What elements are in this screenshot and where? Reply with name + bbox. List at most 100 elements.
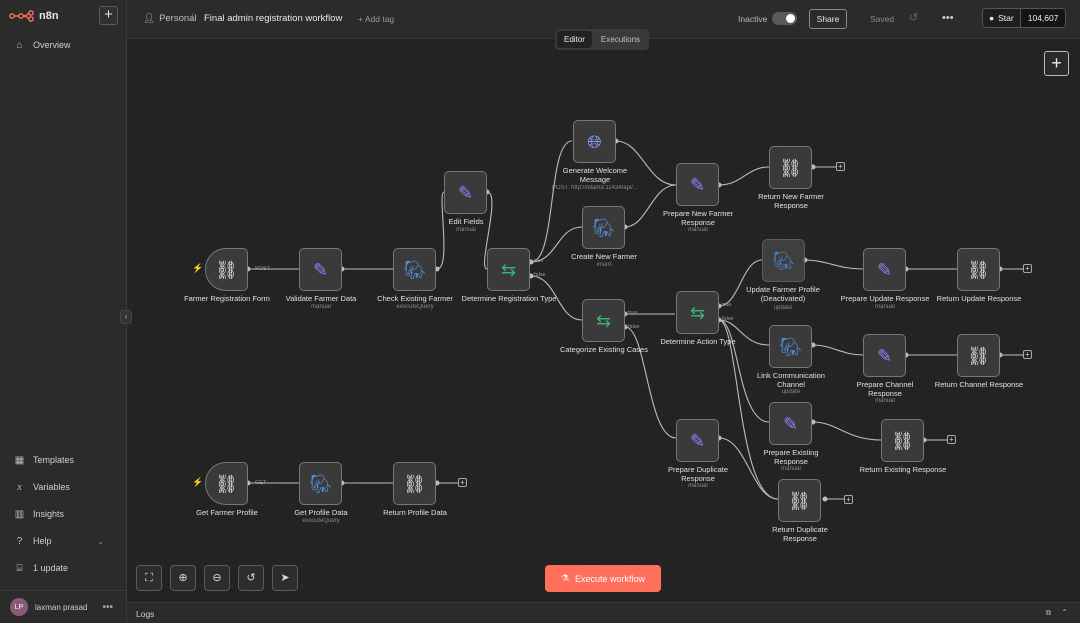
connection: [812, 344, 864, 356]
node-label: Return New Farmer Response: [758, 192, 824, 210]
fit-view-button[interactable]: ⛶: [136, 565, 162, 591]
node-prepare-update-response[interactable]: ✎: [863, 248, 906, 291]
sidebar-item-help[interactable]: ? Help: [14, 533, 52, 549]
sidebar-item-templates[interactable]: ▦ Templates: [14, 452, 74, 468]
add-after-button[interactable]: +: [1023, 350, 1032, 359]
switch-icon: ⇆: [689, 302, 706, 323]
webhook-icon: ⛓: [967, 259, 990, 280]
chevron-down-icon[interactable]: ⌄: [97, 537, 104, 546]
tidy-up-button[interactable]: ➤: [272, 565, 298, 591]
switch-icon: ⇆: [500, 259, 517, 280]
active-status-label: Inactive: [738, 14, 768, 24]
edge-label-false: false: [534, 272, 546, 278]
add-node-button[interactable]: +: [1044, 51, 1069, 76]
variables-icon: x: [17, 481, 22, 493]
execute-workflow-label: Execute workflow: [575, 573, 646, 584]
add-after-button[interactable]: +: [844, 495, 853, 504]
star-label: Star: [998, 13, 1014, 23]
node-return-profile-data[interactable]: ⛓: [393, 462, 436, 505]
reset-zoom-button[interactable]: ↺: [238, 565, 264, 591]
node-link-communication-channel[interactable]: 🐘︎: [769, 325, 812, 368]
tab-executions[interactable]: Executions: [594, 31, 647, 48]
node-determine-registration-type[interactable]: ⇆: [487, 248, 530, 291]
chevron-up-icon[interactable]: ⌃: [1061, 608, 1068, 618]
sidebar-item-overview[interactable]: ⌂ Overview: [14, 37, 70, 53]
node-return-existing-response[interactable]: ⛓: [881, 419, 924, 462]
add-tag-button[interactable]: + Add tag: [358, 14, 394, 24]
edge-label-false: false: [628, 324, 640, 330]
node-prepare-existing-response[interactable]: ✎: [769, 402, 812, 445]
star-count: 104,607: [1019, 9, 1066, 27]
n8n-logo[interactable]: n8n: [9, 8, 59, 24]
user-menu[interactable]: LP laxman prasad •••: [0, 590, 127, 623]
node-farmer-registration-form[interactable]: ⛓: [205, 248, 248, 291]
postgres-icon: 🐘︎: [403, 259, 426, 280]
node-create-new-farmer[interactable]: 🐘︎: [582, 206, 625, 249]
node-generate-welcome-message[interactable]: 🌐︎: [573, 120, 616, 163]
node-update-farmer-profile[interactable]: 🐘︎: [762, 239, 805, 282]
node-label: Link Communication Channel: [757, 371, 825, 389]
share-button[interactable]: Share: [809, 9, 847, 29]
github-star-button[interactable]: ● Star 104,607: [982, 8, 1067, 28]
add-after-button[interactable]: +: [836, 162, 845, 171]
node-edit-fields[interactable]: ✎: [444, 171, 487, 214]
node-return-new-farmer-response[interactable]: ⛓: [769, 146, 812, 189]
zoom-in-button[interactable]: ⊕: [170, 565, 196, 591]
user-name: laxman prasad: [35, 602, 88, 612]
cursor-icon: ➤: [280, 572, 290, 584]
node-label: Categorize Existing Cases: [560, 345, 648, 354]
history-icon[interactable]: ↺: [909, 11, 918, 24]
execute-workflow-button[interactable]: ⚗ Execute workflow: [545, 565, 661, 592]
node-get-profile-data[interactable]: 🐘︎: [299, 462, 342, 505]
zoom-in-icon: ⊕: [178, 572, 188, 584]
node-prepare-channel-response[interactable]: ✎: [863, 334, 906, 377]
node-prepare-new-farmer-response[interactable]: ✎: [676, 163, 719, 206]
node-return-channel-response[interactable]: ⛓: [957, 334, 1000, 377]
sidebar-item-update[interactable]: ⌸ 1 update: [14, 560, 69, 576]
create-button[interactable]: +: [99, 6, 118, 25]
node-categorize-existing-cases[interactable]: ⇆: [582, 299, 625, 342]
node-label: Edit Fields: [448, 217, 484, 226]
node-label: Return Duplicate Response: [772, 525, 828, 543]
sidebar-item-insights[interactable]: ▥ Insights: [14, 506, 64, 522]
connection: [530, 140, 573, 263]
sidebar: n8n + ⌂ Overview ▦ Templates x Variables…: [0, 0, 127, 623]
node-check-existing-farmer[interactable]: 🐘︎: [393, 248, 436, 291]
logs-label: Logs: [136, 609, 155, 619]
webhook-icon: ⛓: [967, 345, 990, 366]
home-icon: ⌂: [16, 39, 23, 51]
avatar: LP: [10, 598, 28, 616]
postgres-icon: 🐘︎: [592, 217, 615, 238]
node-determine-action-type[interactable]: ⇆: [676, 291, 719, 334]
node-label: Update Farmer Profile (Deactivated): [746, 285, 820, 303]
breadcrumb-project[interactable]: 👤︎ Personal: [143, 13, 197, 24]
node-prepare-duplicate-response[interactable]: ✎: [676, 419, 719, 462]
node-return-duplicate-response[interactable]: ⛓: [778, 479, 821, 522]
webhook-icon: ⛓: [215, 259, 238, 280]
more-icon[interactable]: •••: [102, 602, 113, 613]
popout-icon[interactable]: ⧉: [1046, 608, 1052, 618]
node-validate-farmer-data[interactable]: ✎: [299, 248, 342, 291]
sidebar-item-variables[interactable]: x Variables: [14, 479, 70, 495]
add-after-button[interactable]: +: [1023, 264, 1032, 273]
active-toggle[interactable]: [772, 12, 797, 25]
undo-icon: ↺: [246, 572, 256, 584]
zoom-out-button[interactable]: ⊖: [204, 565, 230, 591]
node-get-farmer-profile[interactable]: ⛓: [205, 462, 248, 505]
logs-panel-bar[interactable]: Logs ⧉ ⌃: [127, 602, 1080, 623]
add-after-button[interactable]: +: [458, 478, 467, 487]
node-label: Return Channel Response: [934, 380, 1024, 389]
n8n-logo-icon: [9, 10, 34, 22]
gift-icon: ⌸: [16, 562, 23, 574]
node-label: Return Existing Response: [859, 465, 947, 474]
tab-editor[interactable]: Editor: [557, 31, 592, 48]
workflow-title[interactable]: Final admin registration workflow: [204, 13, 342, 24]
add-after-button[interactable]: +: [947, 435, 956, 444]
workflow-canvas[interactable]: + ⚡ ⛓ POST Farmer Registration Form ✎ Va…: [127, 40, 1080, 602]
postgres-icon: 🐘︎: [772, 250, 795, 271]
node-return-update-response[interactable]: ⛓: [957, 248, 1000, 291]
github-icon: ●: [989, 13, 995, 23]
sidebar-item-label: Variables: [33, 482, 70, 492]
collapse-sidebar-button[interactable]: ‹: [120, 310, 132, 324]
more-icon[interactable]: •••: [942, 12, 954, 24]
